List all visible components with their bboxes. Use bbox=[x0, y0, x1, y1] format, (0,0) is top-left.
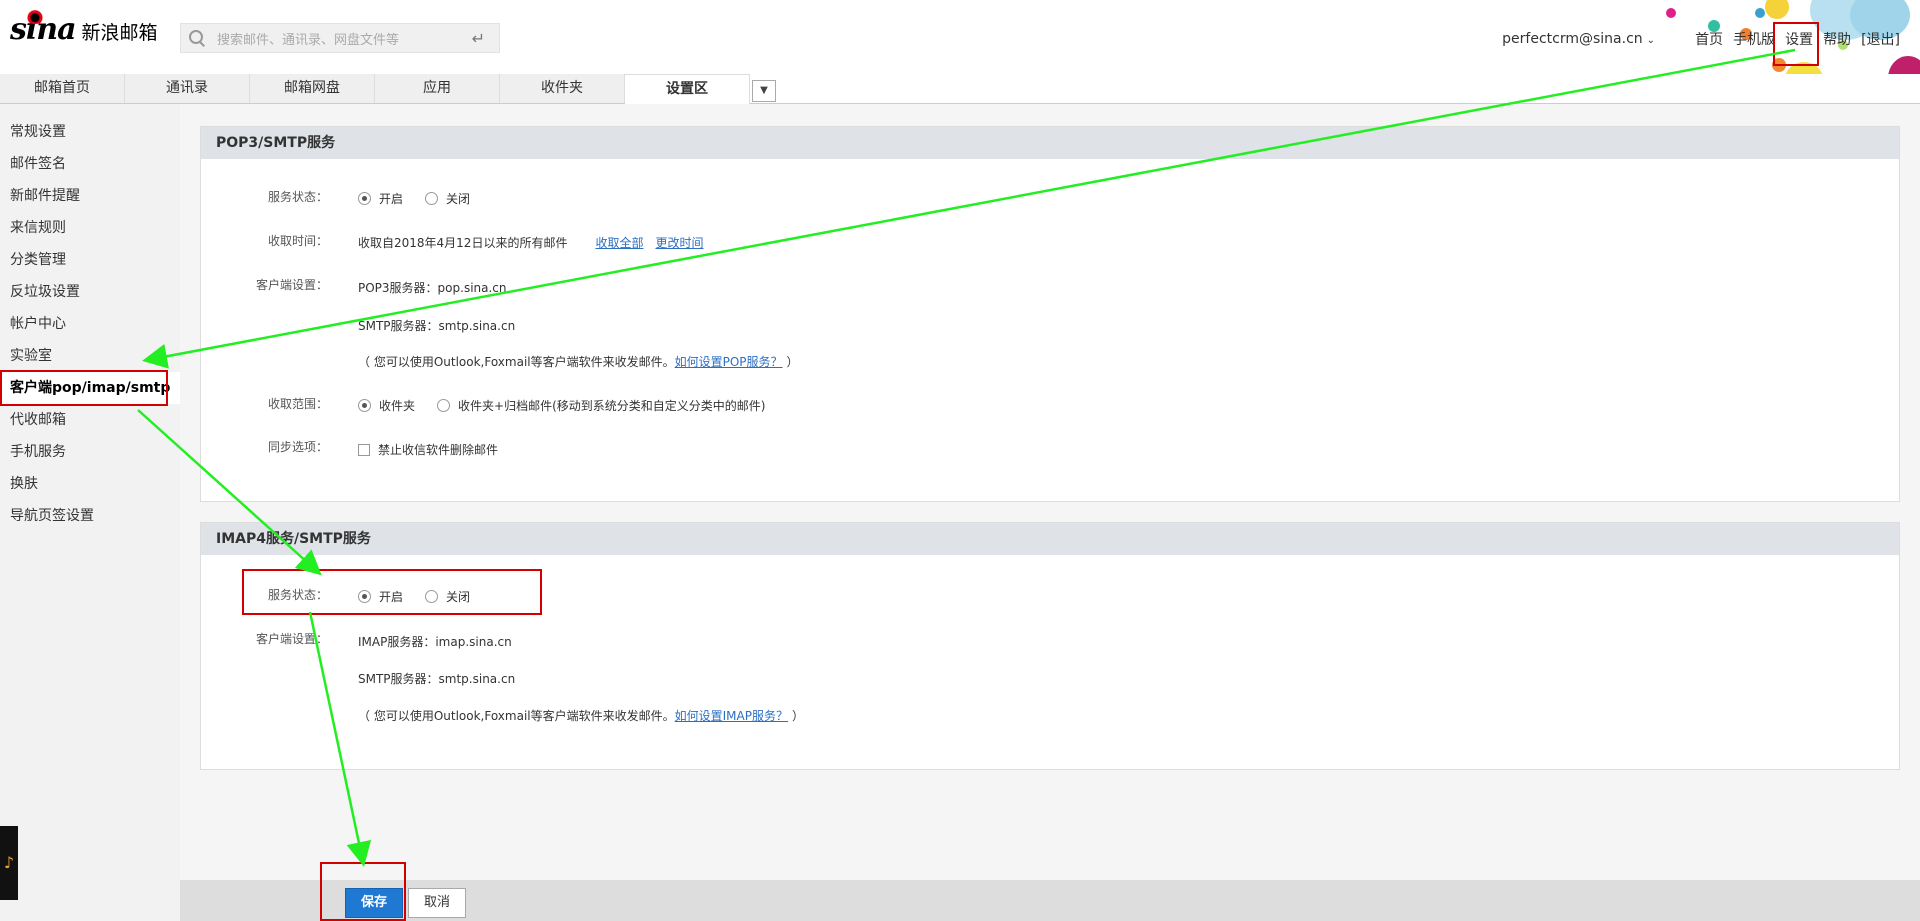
pop3-client-label: 客户端设置： bbox=[255, 278, 328, 292]
header: sina 新浪邮箱 搜索邮件、通讯录、网盘文件等 ↵ perfectcrm@si… bbox=[0, 0, 1920, 100]
chevron-down-icon: ▼ bbox=[760, 85, 768, 96]
logo-product-text: 新浪邮箱 bbox=[81, 22, 158, 44]
imap-panel-title: IMAP4服务/SMTP服务 bbox=[201, 523, 1899, 555]
tab-inbox[interactable]: 收件夹 bbox=[500, 74, 625, 103]
change-time-link[interactable]: 更改时间 bbox=[655, 234, 703, 251]
tab-netdisk[interactable]: 邮箱网盘 bbox=[250, 74, 375, 103]
settings-sidebar: 常规设置 邮件签名 新邮件提醒 来信规则 分类管理 反垃圾设置 帐户中心 实验室… bbox=[0, 104, 180, 921]
search-box[interactable]: 搜索邮件、通讯录、网盘文件等 ↵ bbox=[180, 23, 500, 53]
music-note-icon[interactable]: ♪ bbox=[0, 826, 18, 900]
imap-smtp-server: SMTP服务器：smtp.sina.cn bbox=[358, 672, 516, 686]
nav-mobile[interactable]: 手机版 bbox=[1733, 29, 1775, 49]
radio-on-icon[interactable] bbox=[358, 192, 371, 205]
radio-on-icon[interactable] bbox=[358, 399, 371, 412]
nav-help[interactable]: 帮助 bbox=[1823, 29, 1851, 49]
pop3-status-label: 服务状态： bbox=[267, 190, 328, 204]
sync-label: 同步选项： bbox=[267, 440, 328, 454]
tab-contacts[interactable]: 通讯录 bbox=[125, 74, 250, 103]
no-delete-checkbox[interactable] bbox=[358, 443, 370, 456]
radio-off-icon[interactable] bbox=[437, 399, 451, 412]
sidebar-highlight-box bbox=[0, 370, 168, 406]
sidebar-item-mobile-service[interactable]: 手机服务 bbox=[10, 436, 66, 468]
fetch-all-link[interactable]: 收取全部 bbox=[595, 234, 643, 251]
sidebar-item-general[interactable]: 常规设置 bbox=[10, 116, 66, 148]
top-nav: perfectcrm@sina.cn ⌄ 首页 手机版 设置 帮助 [退出] bbox=[1482, 29, 1900, 49]
pop3-status-off[interactable]: 关闭 bbox=[425, 190, 470, 207]
settings-highlight-box bbox=[1773, 22, 1819, 66]
scope-options: 收件夹 收件夹+归档邮件(移动到系统分类和自定义分类中的邮件) bbox=[358, 397, 787, 414]
sidebar-item-collect-mail[interactable]: 代收邮箱 bbox=[10, 404, 66, 436]
tab-settings[interactable]: 设置区 bbox=[625, 74, 750, 104]
sidebar-item-antispam[interactable]: 反垃圾设置 bbox=[10, 276, 80, 308]
nav-logout[interactable]: [退出] bbox=[1861, 29, 1900, 49]
scope-inbox-option[interactable]: 收件夹 bbox=[358, 397, 415, 414]
sina-logo[interactable]: sina 新浪邮箱 bbox=[10, 10, 158, 48]
scope-label: 收取范围： bbox=[267, 397, 328, 411]
search-icon bbox=[189, 30, 205, 46]
imap-hint: （ 您可以使用Outlook,Foxmail等客户端软件来收发邮件。 如何设置I… bbox=[358, 707, 804, 724]
pop3-status-on[interactable]: 开启 bbox=[358, 190, 403, 207]
how-to-imap-link[interactable]: 如何设置IMAP服务？ bbox=[675, 707, 788, 724]
search-input[interactable]: 搜索邮件、通讯录、网盘文件等 bbox=[217, 29, 472, 48]
sidebar-item-account[interactable]: 帐户中心 bbox=[10, 308, 66, 340]
sina-eye-icon bbox=[24, 10, 46, 24]
imap-server: IMAP服务器：imap.sina.cn bbox=[358, 635, 512, 649]
imap-status-highlight-box bbox=[242, 569, 542, 615]
scope-all-option[interactable]: 收件夹+归档邮件(移动到系统分类和自定义分类中的邮件) bbox=[437, 397, 765, 414]
tab-apps[interactable]: 应用 bbox=[375, 74, 500, 103]
tab-mail-home[interactable]: 邮箱首页 bbox=[0, 74, 125, 103]
pop3-smtp-server: SMTP服务器：smtp.sina.cn bbox=[358, 319, 516, 333]
user-email: perfectcrm@sina.cn bbox=[1502, 31, 1643, 47]
nav-home[interactable]: 首页 bbox=[1695, 29, 1723, 49]
fetch-time-text: 收取自2018年4月12日以来的所有邮件 bbox=[358, 236, 568, 250]
radio-off-icon[interactable] bbox=[425, 192, 439, 205]
main-tabs: 邮箱首页 通讯录 邮箱网盘 应用 收件夹 设置区 ▼ bbox=[0, 74, 1920, 104]
cancel-button[interactable]: 取消 bbox=[408, 888, 466, 918]
pop3-status-options: 开启 关闭 bbox=[358, 190, 492, 207]
sync-option-row[interactable]: 禁止收信软件删除邮件 bbox=[358, 441, 498, 458]
enter-icon[interactable]: ↵ bbox=[472, 29, 485, 48]
tab-more-dropdown[interactable]: ▼ bbox=[752, 80, 776, 102]
sidebar-item-nav-tabs[interactable]: 导航页签设置 bbox=[10, 500, 94, 532]
chevron-down-icon: ⌄ bbox=[1646, 35, 1656, 46]
pop3-panel-title: POP3/SMTP服务 bbox=[201, 127, 1899, 159]
pop3-hint: （ 您可以使用Outlook,Foxmail等客户端软件来收发邮件。 如何设置P… bbox=[358, 353, 799, 370]
fetch-time-label: 收取时间： bbox=[267, 234, 328, 248]
sidebar-item-categories[interactable]: 分类管理 bbox=[10, 244, 66, 276]
sidebar-item-signature[interactable]: 邮件签名 bbox=[10, 148, 66, 180]
imap-client-label: 客户端设置： bbox=[255, 632, 328, 646]
sidebar-item-new-mail-alert[interactable]: 新邮件提醒 bbox=[10, 180, 80, 212]
sidebar-item-lab[interactable]: 实验室 bbox=[10, 340, 52, 372]
pop3-server: POP3服务器：pop.sina.cn bbox=[358, 281, 507, 295]
sidebar-item-mail-rules[interactable]: 来信规则 bbox=[10, 212, 66, 244]
how-to-pop-link[interactable]: 如何设置POP服务？ bbox=[675, 353, 783, 370]
sidebar-item-skin[interactable]: 换肤 bbox=[10, 468, 38, 500]
fetch-time-row: 收取自2018年4月12日以来的所有邮件 收取全部 更改时间 bbox=[358, 234, 711, 251]
save-highlight-box bbox=[320, 862, 406, 921]
settings-main: POP3/SMTP服务 IMAP4服务/SMTP服务 bbox=[180, 104, 1920, 921]
user-menu[interactable]: perfectcrm@sina.cn ⌄ bbox=[1492, 31, 1655, 47]
